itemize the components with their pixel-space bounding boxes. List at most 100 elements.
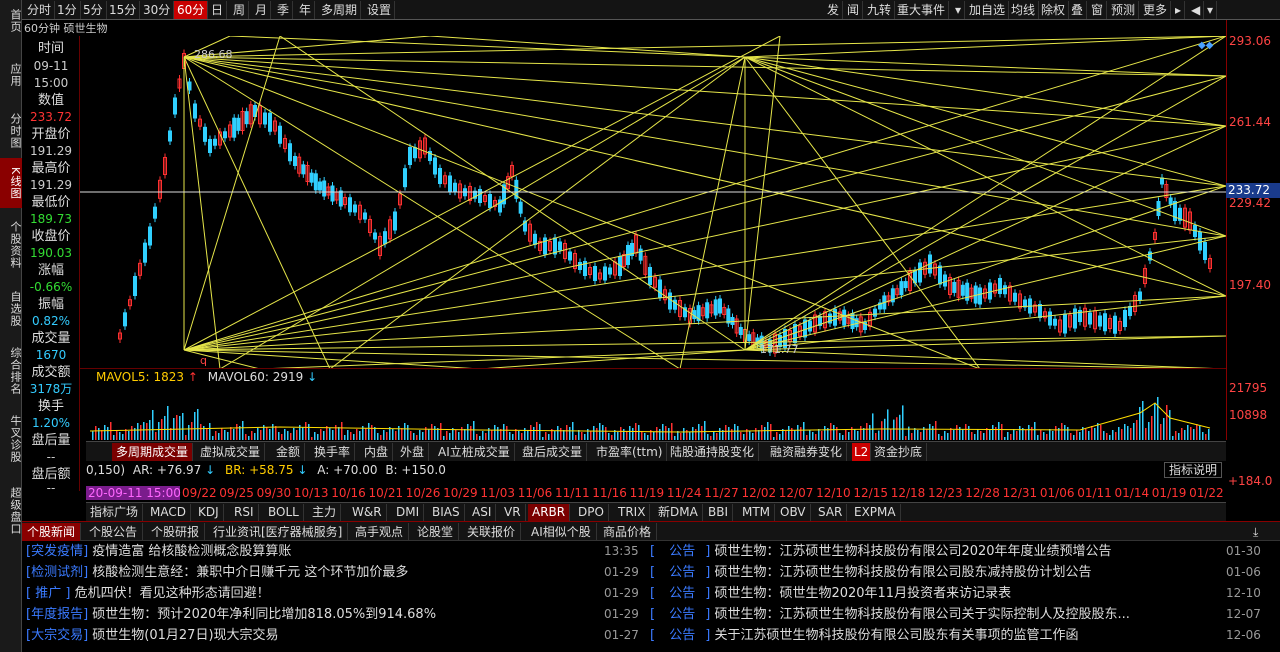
news-title[interactable]: 硕世生物(01月27日)现大宗交易 xyxy=(92,628,278,643)
news-item[interactable]: [年度报告] 硕世生物：预计2020年净利同比增加818.05%到914.68% xyxy=(26,604,638,625)
announcement-title[interactable]: 硕世生物：江苏硕世生物科技股份有限公司关于实际控制人及控股股东... xyxy=(714,607,1129,622)
tab-obv[interactable]: OBV xyxy=(776,504,811,521)
dropdown-icon[interactable]: ▾ xyxy=(1204,1,1218,19)
btn-nine-turn[interactable]: 九转 xyxy=(864,1,896,19)
kline-chart[interactable]: 286.68 171.77 q ◆◆ xyxy=(80,36,1226,369)
tab-dpo[interactable]: DPO xyxy=(574,504,609,521)
tab-bbi[interactable]: BBI xyxy=(704,504,734,521)
news-item[interactable]: [突发疫情] 疫情造富 给核酸检测概念股算算账 xyxy=(26,541,638,562)
announcement-item[interactable]: [ 公告] 硕世生物：江苏硕世生物科技股份有限公司2020年年度业绩预增公告 xyxy=(650,541,1220,562)
tab-expma[interactable]: EXPMA xyxy=(850,504,901,521)
tab-asi[interactable]: ASI xyxy=(468,504,497,521)
tab-after-volume[interactable]: 盘后成交量 xyxy=(518,443,588,461)
tab-inner[interactable]: 内盘 xyxy=(360,443,394,461)
btn-window[interactable]: 窗 xyxy=(1088,1,1108,19)
period-day[interactable]: 日 xyxy=(208,1,228,19)
news-title[interactable]: 硕世生物：预计2020年净利同比增加818.05%到914.68% xyxy=(92,607,436,622)
news-item[interactable]: [检测试剂] 核酸检测生意经：兼职中介日赚千元 这个环节加价最多 xyxy=(26,562,638,583)
l2-badge[interactable]: L2 xyxy=(852,443,872,461)
download-icon[interactable]: ⤓ xyxy=(1248,523,1263,541)
btn-post[interactable]: 发 xyxy=(824,1,844,19)
kline-chart-svg[interactable]: 286.68 171.77 q ◆◆ xyxy=(80,36,1226,369)
tab-macd[interactable]: MACD xyxy=(146,504,191,521)
tab-indicator-square[interactable]: 指标广场 xyxy=(86,504,144,521)
diamond-icon[interactable]: ◆◆ xyxy=(1198,40,1214,51)
news-item[interactable]: [大宗交易] 硕世生物(01月27日)现大宗交易 xyxy=(26,625,638,646)
events-dropdown-icon[interactable]: ▾ xyxy=(952,1,966,19)
nav-intraday[interactable]: 分时图 xyxy=(0,108,22,154)
period-quarter[interactable]: 季 xyxy=(274,1,294,19)
nav-order-book[interactable]: 超级盘口 xyxy=(0,476,22,546)
tab-stock-news[interactable]: 个股新闻 xyxy=(22,523,82,541)
tab-new-dma[interactable]: 新DMA xyxy=(654,504,703,521)
more-dropdown-icon[interactable]: ▸ xyxy=(1172,1,1186,19)
tab-boll[interactable]: BOLL xyxy=(264,504,304,521)
period-30min[interactable]: 30分 xyxy=(140,1,175,19)
tab-dmi[interactable]: DMI xyxy=(392,504,425,521)
period-intraday[interactable]: 分时 xyxy=(24,1,56,19)
tab-pe-ttm[interactable]: 市盈率(ttm) xyxy=(592,443,668,461)
tab-stock-announce[interactable]: 个股公告 xyxy=(84,523,144,541)
tab-amount[interactable]: 金额 xyxy=(272,443,306,461)
btn-add-watchlist[interactable]: 加自选 xyxy=(966,1,1010,19)
tab-vr[interactable]: VR xyxy=(500,504,526,521)
btn-ma[interactable]: 均线 xyxy=(1008,1,1040,19)
tab-industry-news[interactable]: 行业资讯[医疗器械服务] xyxy=(208,523,349,541)
btn-overlay[interactable]: 叠 xyxy=(1068,1,1088,19)
tab-outer[interactable]: 外盘 xyxy=(396,443,430,461)
announcement-item[interactable]: [ 公告] 关于江苏硕世生物科技股份有限公司股东有关事项的监管工作函 xyxy=(650,625,1220,646)
tab-trix[interactable]: TRIX xyxy=(614,504,651,521)
tab-kdj[interactable]: KDJ xyxy=(194,504,224,521)
tab-multi-volume[interactable]: 多周期成交量 xyxy=(112,443,194,461)
btn-major-events[interactable]: 重大事件 xyxy=(894,1,950,19)
nav-apps[interactable]: 应用 xyxy=(0,50,22,100)
news-title[interactable]: 核酸检测生意经：兼职中介日赚千元 这个环节加价最多 xyxy=(92,565,408,580)
btn-news[interactable]: 闻 xyxy=(844,1,864,19)
period-15min[interactable]: 15分 xyxy=(106,1,141,19)
tab-stock-research[interactable]: 个股研报 xyxy=(146,523,206,541)
tab-sar[interactable]: SAR xyxy=(814,504,848,521)
period-60min[interactable]: 60分 xyxy=(174,1,209,19)
announcement-title[interactable]: 硕世生物：硕世生物2020年11月投资者来访记录表 xyxy=(714,586,1011,601)
tab-fund-bottom[interactable]: 资金抄底 xyxy=(870,443,928,461)
btn-forecast[interactable]: 预测 xyxy=(1108,1,1140,19)
nav-ranking[interactable]: 综合排名 xyxy=(0,340,22,402)
prev-arrow-icon[interactable]: ◀ xyxy=(1188,1,1205,19)
indicator-explain-button[interactable]: 指标说明 xyxy=(1164,462,1223,478)
period-year[interactable]: 年 xyxy=(296,1,316,19)
tab-rsi[interactable]: RSI xyxy=(230,504,259,521)
tab-turnover[interactable]: 换手率 xyxy=(310,443,356,461)
period-multi[interactable]: 多周期 xyxy=(318,1,362,19)
tab-mtm[interactable]: MTM xyxy=(738,504,776,521)
tab-ai-volume[interactable]: AI立桩成交量 xyxy=(434,443,515,461)
btn-ex-rights[interactable]: 除权 xyxy=(1038,1,1070,19)
tab-ai-similar[interactable]: AI相似个股 xyxy=(526,523,597,541)
tab-forum[interactable]: 论股堂 xyxy=(412,523,460,541)
announcement-title[interactable]: 硕世生物：江苏硕世生物科技股份有限公司2020年年度业绩预增公告 xyxy=(714,544,1111,559)
nav-diagnosis[interactable]: 牛叉诊股 xyxy=(0,408,22,470)
volume-chart[interactable] xyxy=(80,383,1226,440)
news-item[interactable]: [ 推广 ] 危机四伏！看见这种形态请回避！ xyxy=(26,583,638,604)
volume-chart-svg[interactable] xyxy=(80,383,1226,440)
period-1min[interactable]: 1分 xyxy=(54,1,81,19)
btn-more[interactable]: 更多 xyxy=(1140,1,1172,19)
tab-main-force[interactable]: 主力 xyxy=(308,504,342,521)
tab-expert-views[interactable]: 高手观点 xyxy=(350,523,410,541)
period-5min[interactable]: 5分 xyxy=(80,1,107,19)
tab-virtual-volume[interactable]: 虚拟成交量 xyxy=(196,443,266,461)
nav-kline[interactable]: K线图 xyxy=(0,158,22,208)
tab-northbound[interactable]: 陆股通持股变化 xyxy=(666,443,760,461)
tab-arbr[interactable]: ARBR xyxy=(528,504,571,521)
nav-home[interactable]: 首页 xyxy=(0,0,22,42)
nav-stock-info[interactable]: 个股资料 xyxy=(0,212,22,278)
announcement-title[interactable]: 硕世生物：江苏硕世生物科技股份有限公司股东减持股份计划公告 xyxy=(714,565,1091,580)
tab-related-quotes[interactable]: 关联报价 xyxy=(462,523,522,541)
tab-margin[interactable]: 融资融券变化 xyxy=(766,443,848,461)
news-title[interactable]: 危机四伏！看见这种形态请回避！ xyxy=(75,586,270,601)
announcement-title[interactable]: 关于江苏硕世生物科技股份有限公司股东有关事项的监管工作函 xyxy=(714,628,1078,643)
announcement-item[interactable]: [ 公告] 硕世生物：硕世生物2020年11月投资者来访记录表 xyxy=(650,583,1220,604)
announcement-item[interactable]: [ 公告] 硕世生物：江苏硕世生物科技股份有限公司关于实际控制人及控股股东... xyxy=(650,604,1220,625)
period-month[interactable]: 月 xyxy=(252,1,272,19)
nav-watchlist[interactable]: 自选股 xyxy=(0,284,22,334)
period-settings[interactable]: 设置 xyxy=(364,1,396,19)
